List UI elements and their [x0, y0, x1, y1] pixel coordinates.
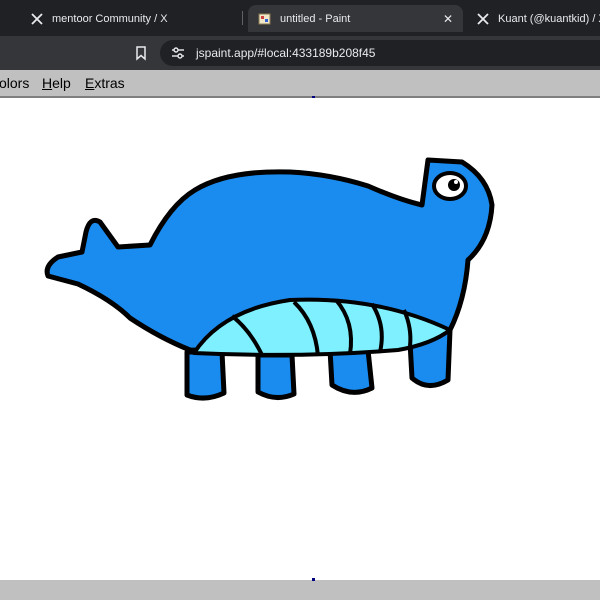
- leg: [327, 347, 375, 395]
- x-logo-icon: [30, 12, 44, 26]
- tab-title: untitled - Paint: [280, 12, 351, 25]
- menu-label: olors: [0, 75, 30, 91]
- browser-toolbar: jspaint.app/#local:433189b208f45: [0, 36, 600, 70]
- leg: [255, 352, 297, 400]
- x-logo-icon: [476, 12, 490, 26]
- tab-title: Kuant (@kuantkid) / X: [498, 12, 600, 25]
- paint-canvas[interactable]: [0, 98, 600, 580]
- whale-pupil: [448, 179, 460, 191]
- close-icon[interactable]: ✕: [443, 12, 453, 26]
- menu-label: xtras: [94, 75, 125, 91]
- address-bar[interactable]: jspaint.app/#local:433189b208f45: [160, 40, 600, 66]
- leg: [184, 349, 227, 401]
- whale-drawing: [44, 157, 495, 401]
- whale-eye-glint: [454, 180, 458, 184]
- tab-title: mentoor Community / X: [52, 12, 168, 25]
- resize-handle-bottom[interactable]: [312, 578, 315, 581]
- browser-tab-strip: mentoor Community / X untitled - Paint ✕…: [0, 0, 600, 36]
- bookmark-icon[interactable]: [133, 45, 149, 61]
- menu-help[interactable]: Help: [42, 75, 71, 91]
- site-settings-icon[interactable]: [171, 46, 185, 60]
- url-text: jspaint.app/#local:433189b208f45: [196, 46, 376, 60]
- paint-menubar: olors Help Extras: [0, 70, 600, 97]
- menu-extras[interactable]: Extras: [85, 75, 125, 91]
- tab-untitled-paint[interactable]: untitled - Paint ✕: [248, 5, 463, 32]
- tab-separator: [242, 11, 243, 25]
- paint-icon: [258, 12, 272, 26]
- tab-kuant[interactable]: Kuant (@kuantkid) / X: [476, 5, 600, 32]
- menu-label: elp: [52, 75, 71, 91]
- menu-accel: H: [42, 75, 53, 91]
- canvas-bottom-border: [0, 580, 600, 600]
- menu-accel: E: [85, 75, 95, 91]
- tab-mentoor-community[interactable]: mentoor Community / X: [30, 5, 230, 32]
- menu-colors[interactable]: olors: [0, 75, 29, 91]
